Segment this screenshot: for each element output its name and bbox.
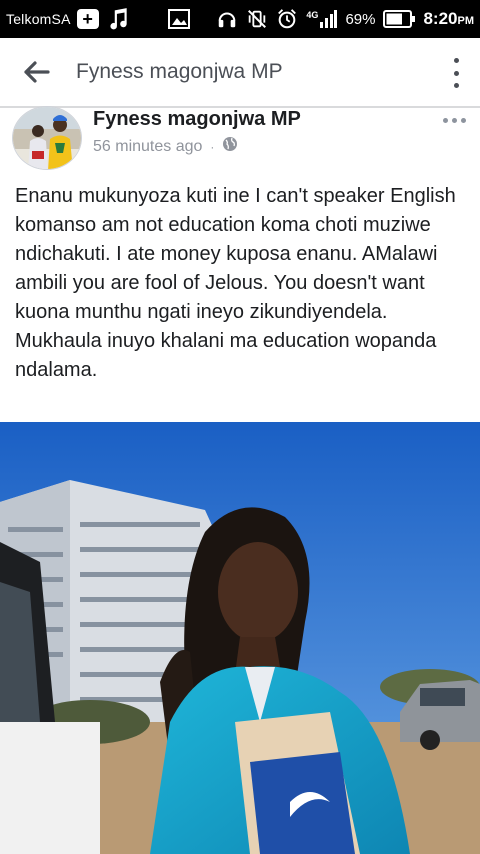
vibrate-icon [246, 8, 268, 30]
app-bar: Fyness magonjwa MP [0, 38, 480, 108]
network-type-label: 4G [306, 10, 319, 20]
more-vertical-icon [453, 58, 459, 63]
battery-percent: 69% [345, 10, 376, 28]
signal-icon: 4G [306, 10, 338, 28]
post-timestamp[interactable]: 56 minutes ago [93, 138, 202, 156]
status-bar: TelkomSA + 4G 69% 8:20PM [0, 0, 480, 38]
headset-icon [216, 8, 238, 30]
globe-icon [222, 136, 238, 157]
avatar[interactable] [12, 106, 82, 170]
post-photo[interactable] [0, 422, 480, 854]
post-meta: 56 minutes ago · [93, 136, 238, 157]
clock: 8:20PM [423, 9, 474, 28]
image-icon [168, 9, 190, 29]
plus-badge-icon: + [76, 9, 99, 29]
carrier-label: TelkomSA [6, 11, 71, 27]
post-options-button[interactable] [443, 118, 466, 123]
back-button[interactable] [0, 37, 72, 107]
more-horizontal-icon [443, 118, 448, 123]
post-header: Fyness magonjwa MP 56 minutes ago · [0, 104, 480, 172]
more-options-button[interactable] [446, 58, 466, 88]
post-author[interactable]: Fyness magonjwa MP [93, 108, 301, 131]
alarm-icon [276, 8, 298, 30]
page-title: Fyness magonjwa MP [76, 60, 283, 83]
music-note-icon [105, 6, 131, 32]
meta-separator: · [210, 139, 215, 154]
arrow-left-icon [24, 61, 50, 83]
post-text: Enanu mukunyoza kuti ine I can't speaker… [15, 185, 456, 381]
battery-icon [383, 10, 416, 28]
